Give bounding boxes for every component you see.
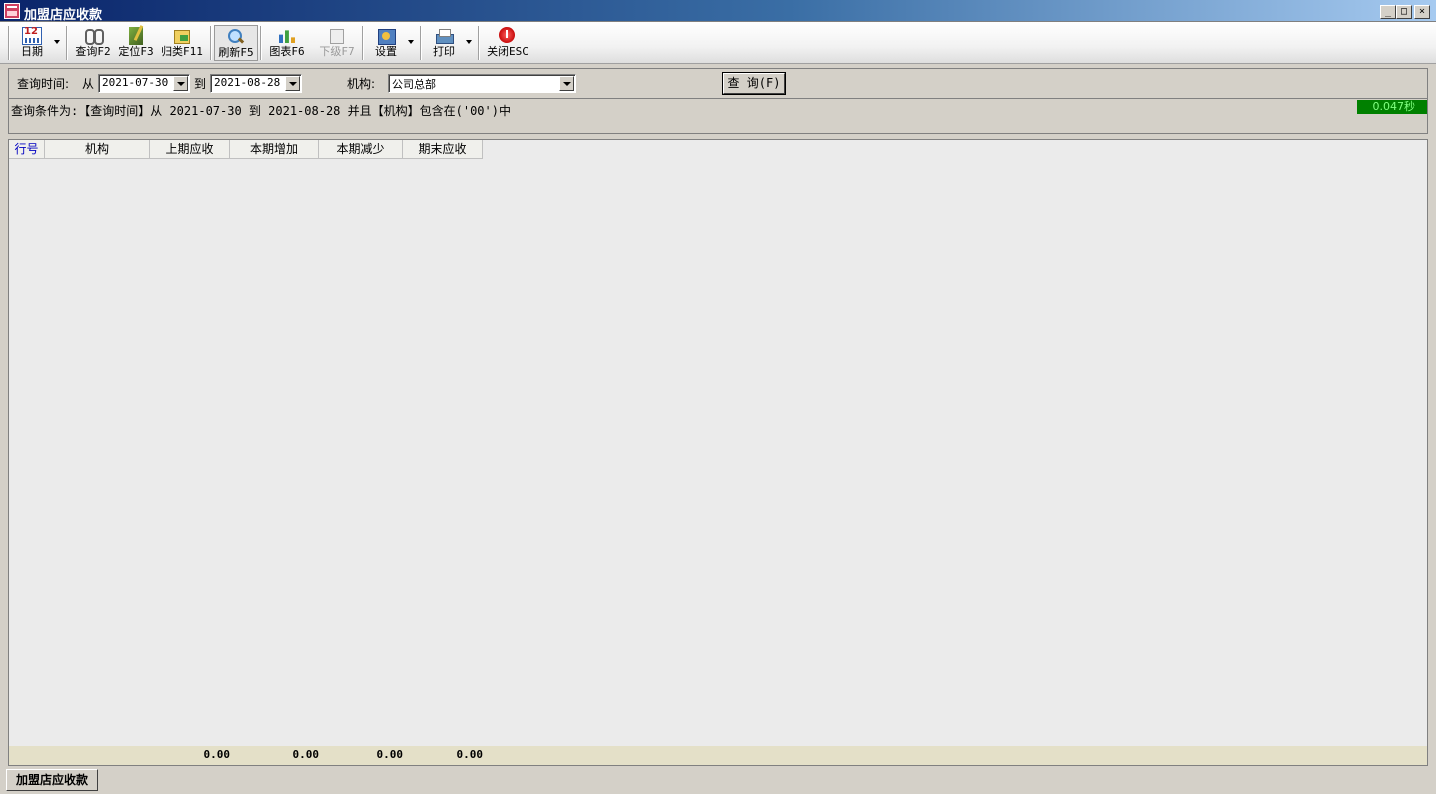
app-icon (4, 3, 20, 19)
chevron-down-icon[interactable] (559, 76, 574, 91)
chevron-down-icon[interactable] (173, 76, 188, 91)
close-esc-button[interactable]: 关闭ESC (484, 25, 532, 61)
print-dropdown-arrow-icon[interactable] (466, 40, 472, 44)
refresh-button[interactable]: 刷新F5 (214, 25, 258, 61)
column-header-period-increase[interactable]: 本期增加 (230, 140, 319, 159)
total-prev-receivable: 0.00 (203, 748, 231, 761)
settings-icon (376, 27, 396, 45)
query-submit-button[interactable]: 查 询(F) (722, 72, 786, 95)
to-label: 到 (194, 77, 207, 91)
date-button[interactable]: 日期 (14, 25, 50, 61)
locate-button[interactable]: 定位F3 (116, 25, 156, 61)
data-grid[interactable]: 行号 机构 上期应收 本期增加 本期减少 期末应收 0.00 0.00 0.00… (8, 139, 1428, 766)
toolbar-separator (420, 26, 422, 60)
total-period-decrease: 0.00 (376, 748, 404, 761)
toolbar-separator (478, 26, 480, 60)
elapsed-time-badge: 0.047秒 (1357, 100, 1427, 114)
binoculars-icon (83, 27, 104, 45)
chevron-down-icon[interactable] (285, 76, 300, 91)
power-close-icon (498, 27, 518, 45)
magnifier-refresh-icon (226, 28, 246, 46)
total-end-receivable: 0.00 (456, 748, 484, 761)
window-title: 加盟店应收款 (24, 8, 103, 23)
from-label: 从 (82, 77, 95, 91)
query-button[interactable]: 查询F2 (72, 25, 114, 61)
query-panel: 查询时间: 从 2021-07-30 到 2021-08-28 机构: 公司总部… (8, 68, 1428, 134)
folder-tree-icon (172, 27, 192, 45)
close-window-button[interactable]: × (1414, 5, 1430, 19)
column-header-org[interactable]: 机构 (45, 140, 150, 159)
column-header-end-receivable[interactable]: 期末应收 (403, 140, 483, 159)
minimize-button[interactable]: _ (1380, 5, 1396, 19)
toolbar-separator (260, 26, 262, 60)
sublevel-button[interactable]: 下级F7 (316, 25, 358, 61)
title-bar: 加盟店应收款 _ □ × (0, 0, 1436, 23)
column-header-row-number[interactable]: 行号 (9, 140, 45, 159)
date-dropdown-arrow-icon[interactable] (54, 40, 60, 44)
grid-totals-row: 0.00 0.00 0.00 0.00 (9, 746, 1427, 765)
query-condition-text: 查询条件为:【查询时间】从 2021-07-30 到 2021-08-28 并且… (11, 104, 511, 118)
toolbar-separator (210, 26, 212, 60)
org-label: 机构: (347, 77, 376, 91)
org-select[interactable]: 公司总部 (388, 74, 576, 93)
toolbar-separator (8, 26, 10, 60)
settings-button[interactable]: 设置 (368, 25, 404, 61)
drill-down-icon (327, 27, 347, 45)
total-period-increase: 0.00 (292, 748, 320, 761)
column-header-prev-receivable[interactable]: 上期应收 (150, 140, 230, 159)
query-criteria-row: 查询时间: 从 2021-07-30 到 2021-08-28 机构: 公司总部… (9, 69, 1427, 99)
query-time-label: 查询时间: (17, 77, 70, 91)
locate-pen-icon (129, 27, 143, 45)
chart-button[interactable]: 图表F6 (266, 25, 308, 61)
toolbar-separator (362, 26, 364, 60)
group-button[interactable]: 归类F11 (158, 25, 206, 61)
from-date-picker[interactable]: 2021-07-30 (98, 74, 190, 93)
toolbar-separator (66, 26, 68, 60)
maximize-button[interactable]: □ (1396, 5, 1412, 19)
tab-franchise-receivables[interactable]: 加盟店应收款 (6, 769, 98, 791)
bar-chart-icon (277, 27, 297, 45)
toolbar: 日期 查询F2 定位F3 归类F11 刷新F5 图表F6 下级F7 设置 打印 (0, 22, 1436, 64)
calendar-icon (22, 26, 42, 45)
to-date-picker[interactable]: 2021-08-28 (210, 74, 302, 93)
settings-dropdown-arrow-icon[interactable] (408, 40, 414, 44)
printer-icon (434, 27, 454, 45)
column-header-period-decrease[interactable]: 本期减少 (319, 140, 403, 159)
print-button[interactable]: 打印 (426, 25, 462, 61)
